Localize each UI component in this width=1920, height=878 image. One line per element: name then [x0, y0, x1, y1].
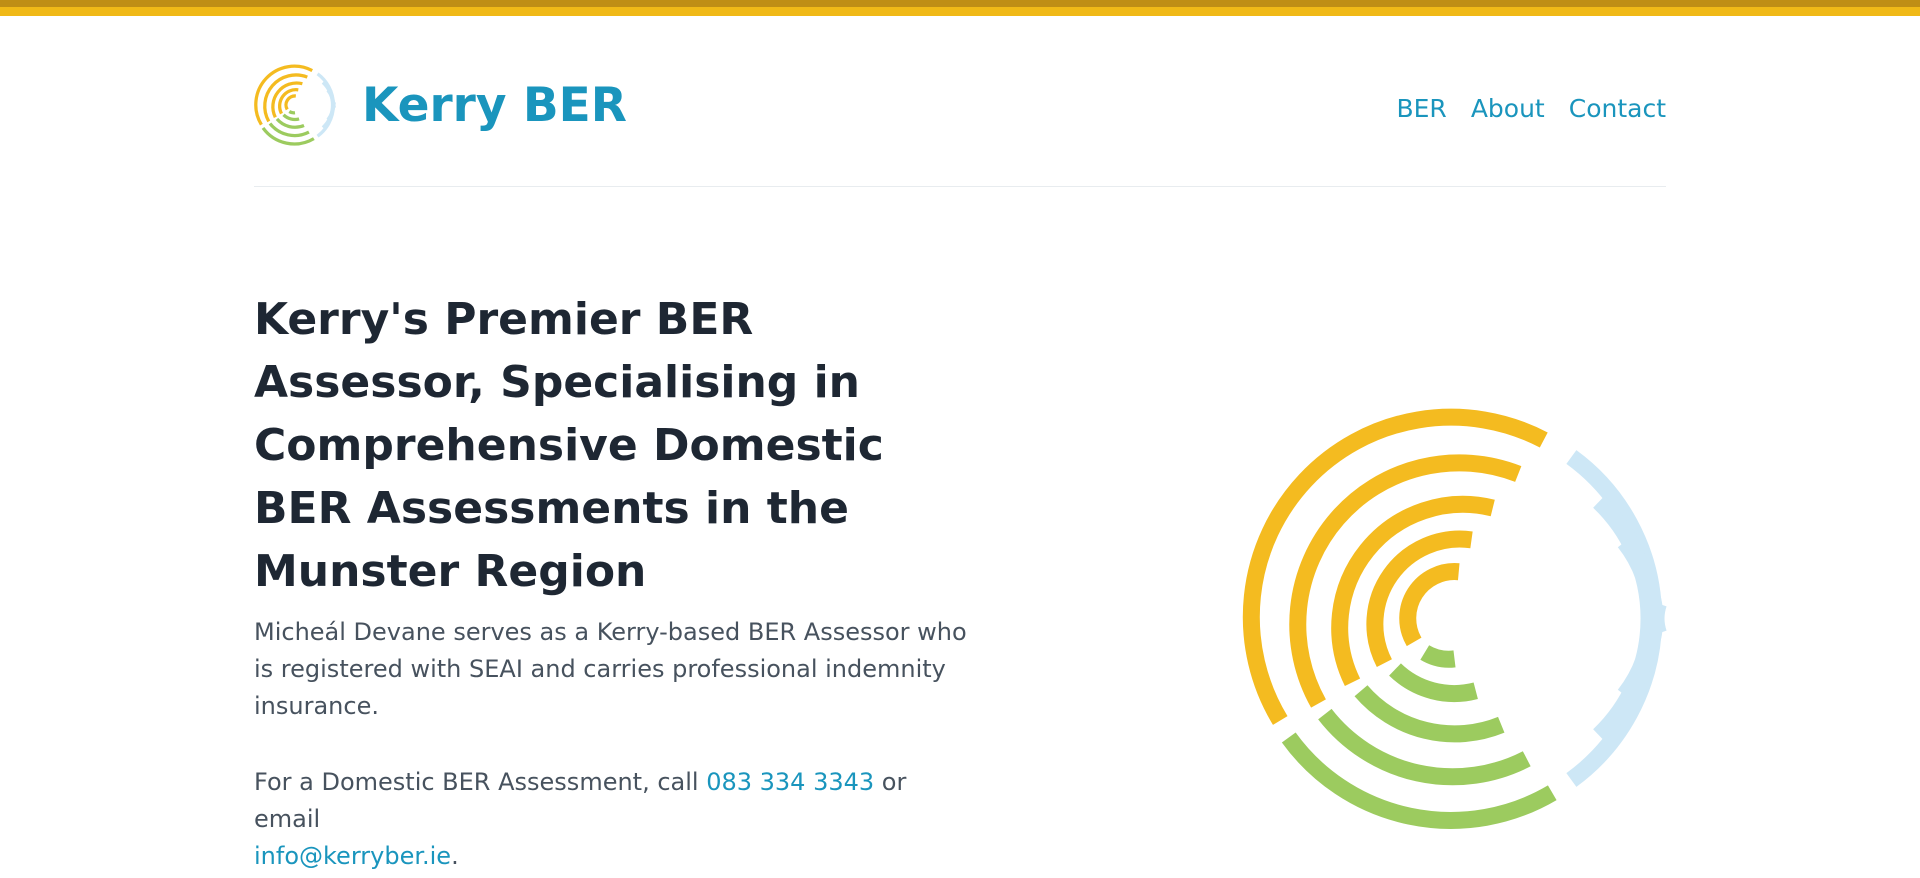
site-header: Kerry BER BER About Contact — [254, 60, 1666, 187]
top-accent-bar-shade — [0, 0, 1920, 7]
hero-title: Kerry's Premier BER Assessor, Specialisi… — [254, 294, 884, 597]
phone-link[interactable]: 083 334 3343 — [706, 768, 874, 796]
nav-link-contact[interactable]: Contact — [1569, 94, 1666, 124]
cta-suffix: . — [451, 842, 459, 870]
intro-paragraph: Micheál Devane serves as a Kerry-based B… — [254, 618, 967, 720]
brand-home-link[interactable]: Kerry BER — [254, 64, 627, 146]
email-link[interactable]: info@kerryber.ie — [254, 842, 451, 870]
contact-paragraph: For a Domestic BER Assessment, call 083 … — [254, 764, 974, 875]
hero-logo-graphic — [1242, 406, 1667, 831]
nav-link-ber[interactable]: BER — [1396, 94, 1446, 124]
cta-prefix: For a Domestic BER Assessment, call — [254, 768, 707, 796]
kerry-ber-logo-icon — [254, 64, 336, 146]
main-nav: BER About Contact — [1396, 94, 1666, 124]
brand-name: Kerry BER — [362, 77, 627, 133]
nav-link-about[interactable]: About — [1471, 94, 1545, 124]
